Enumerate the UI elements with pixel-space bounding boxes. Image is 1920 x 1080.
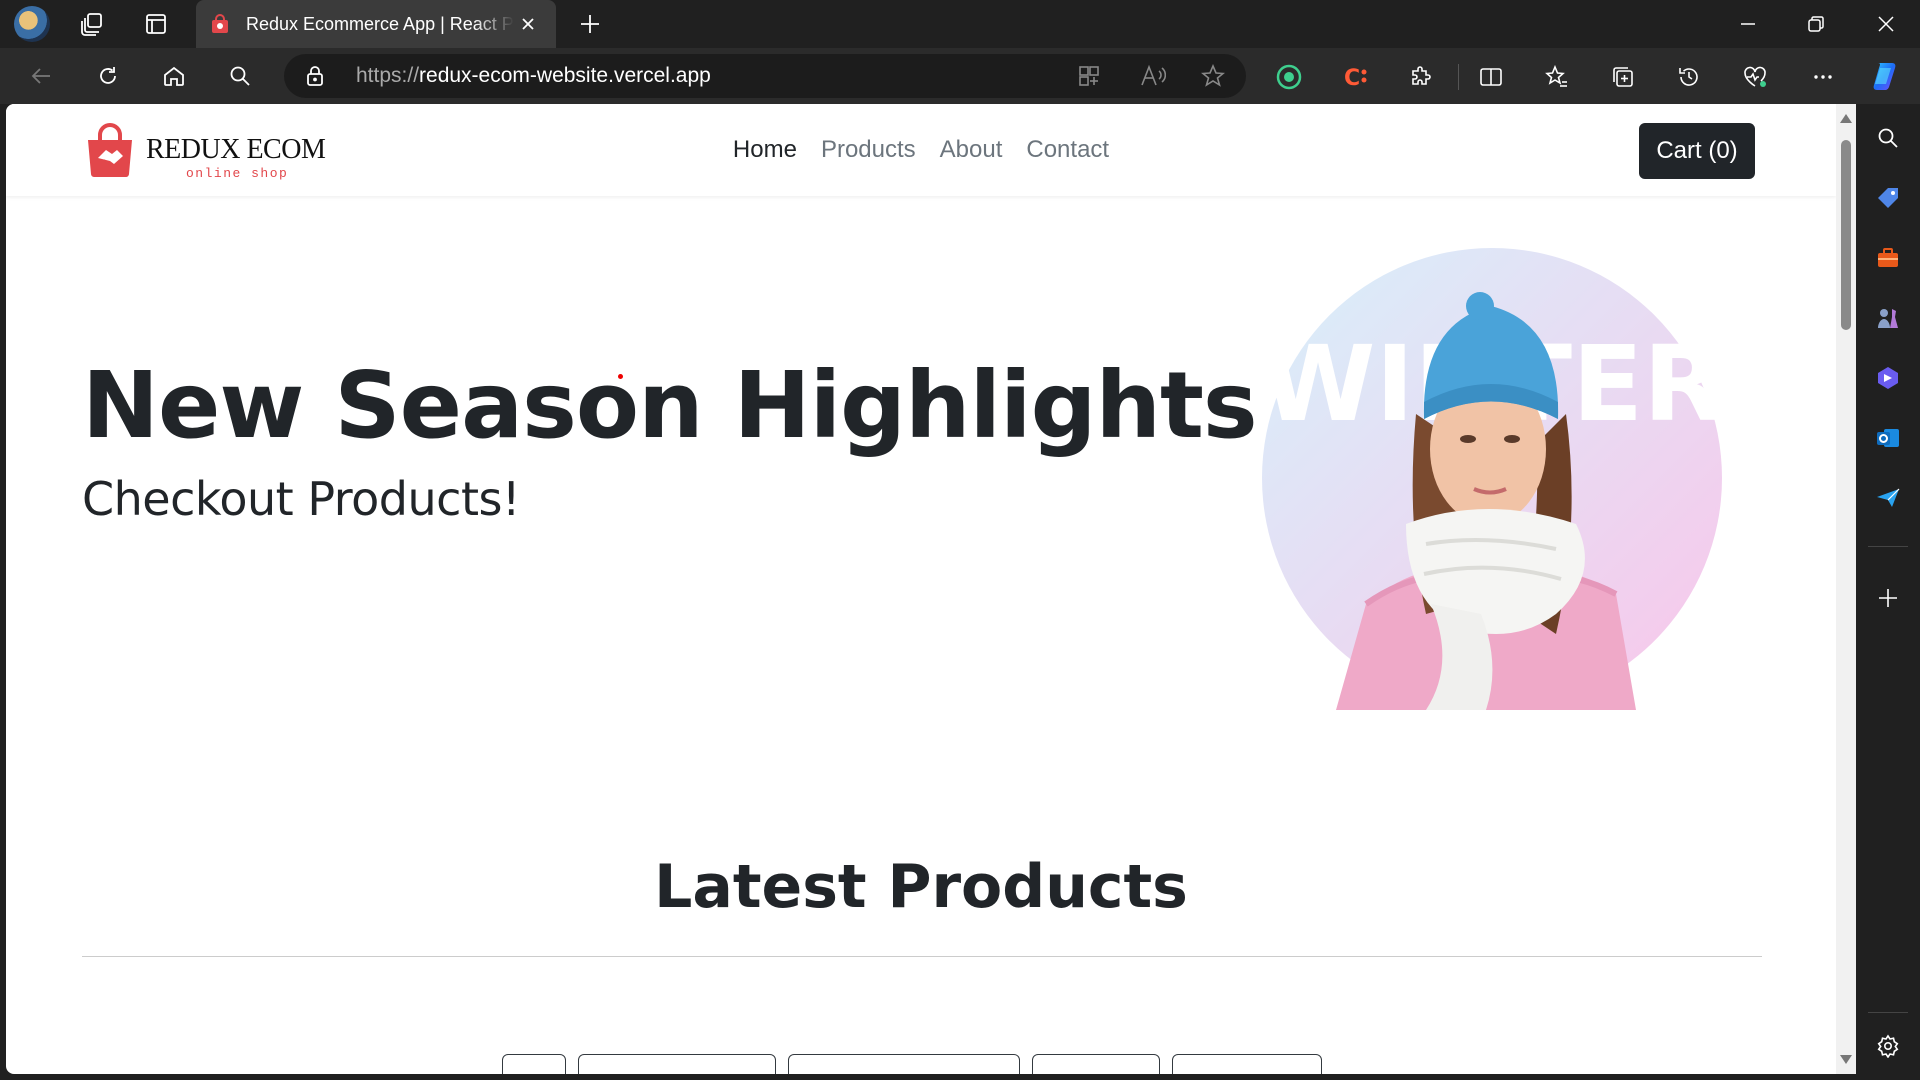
favorite-star-icon[interactable] bbox=[1198, 62, 1228, 90]
performance-icon[interactable] bbox=[1740, 62, 1770, 92]
favorites-icon[interactable] bbox=[1542, 62, 1572, 92]
cursor-dot bbox=[618, 374, 623, 379]
filter-button[interactable] bbox=[1172, 1054, 1322, 1074]
shopping-bag-icon bbox=[210, 14, 230, 34]
filter-button[interactable] bbox=[502, 1054, 566, 1074]
scroll-thumb[interactable] bbox=[1841, 140, 1851, 330]
close-icon[interactable] bbox=[514, 10, 542, 38]
collections-icon[interactable] bbox=[1608, 62, 1638, 92]
search-icon[interactable] bbox=[1872, 122, 1904, 154]
category-filters bbox=[6, 1054, 1836, 1074]
minimize-icon[interactable] bbox=[1714, 0, 1782, 48]
hero-subtitle: Checkout Products! bbox=[82, 472, 520, 526]
refresh-icon[interactable] bbox=[90, 60, 126, 92]
tab-actions-icon[interactable] bbox=[140, 8, 172, 40]
read-aloud-icon[interactable] bbox=[1138, 62, 1168, 90]
search-icon[interactable] bbox=[222, 60, 258, 92]
hero-title: New Season Highlights bbox=[82, 352, 1258, 459]
plus-icon[interactable] bbox=[574, 8, 606, 40]
extension-icon[interactable] bbox=[1274, 62, 1304, 92]
browser-toolbar: https://redux-ecom-website.vercel.app C bbox=[0, 48, 1920, 104]
filter-button[interactable] bbox=[788, 1054, 1020, 1074]
hero-image: WINTER bbox=[1256, 244, 1726, 710]
section-divider bbox=[82, 956, 1762, 957]
url-protocol: https:// bbox=[356, 64, 420, 87]
scroll-down-arrow[interactable] bbox=[1840, 1055, 1852, 1064]
address-bar[interactable]: https://redux-ecom-website.vercel.app bbox=[284, 54, 1246, 98]
outlook-icon[interactable] bbox=[1872, 422, 1904, 454]
latest-products-title: Latest Products bbox=[654, 852, 1188, 922]
more-icon[interactable] bbox=[1808, 62, 1838, 92]
workspaces-icon[interactable] bbox=[76, 8, 108, 40]
split-screen-icon[interactable] bbox=[1476, 62, 1506, 92]
filter-button[interactable] bbox=[578, 1054, 776, 1074]
send-icon[interactable] bbox=[1872, 482, 1904, 514]
url-domain: redux-ecom-website.vercel.app bbox=[419, 64, 711, 87]
history-icon[interactable] bbox=[1674, 62, 1704, 92]
copilot-icon[interactable] bbox=[1872, 362, 1904, 394]
nav-link-about[interactable]: About bbox=[928, 136, 1015, 164]
back-icon[interactable] bbox=[24, 60, 60, 92]
page-scrollbar[interactable] bbox=[1836, 104, 1856, 1074]
extension-icon[interactable]: C bbox=[1340, 62, 1370, 92]
tools-icon[interactable] bbox=[1872, 242, 1904, 274]
profile-avatar[interactable] bbox=[14, 6, 50, 42]
cart-button[interactable]: Cart (0) bbox=[1639, 123, 1755, 179]
tab-active[interactable]: Redux Ecommerce App | React Project bbox=[196, 0, 556, 48]
nav-link-contact[interactable]: Contact bbox=[1014, 136, 1121, 164]
settings-icon[interactable] bbox=[1872, 1030, 1904, 1062]
nav-link-home[interactable]: Home bbox=[721, 136, 809, 164]
puzzle-icon[interactable] bbox=[1406, 62, 1436, 92]
restore-icon[interactable] bbox=[1782, 0, 1850, 48]
games-icon[interactable] bbox=[1872, 302, 1904, 334]
svg-text:C: C bbox=[1344, 66, 1360, 90]
copilot-icon[interactable] bbox=[1868, 58, 1904, 94]
lock-icon[interactable] bbox=[304, 65, 326, 91]
close-window-icon[interactable] bbox=[1852, 0, 1920, 48]
sidebar-separator bbox=[1868, 546, 1908, 547]
home-icon[interactable] bbox=[156, 60, 192, 92]
filter-button[interactable] bbox=[1032, 1054, 1160, 1074]
toolbar-separator bbox=[1458, 64, 1459, 90]
page-viewport: REDUX ECOM online shop Home Products Abo… bbox=[6, 104, 1836, 1074]
tab-title: Redux Ecommerce App | React Project bbox=[246, 13, 514, 34]
app-available-icon[interactable] bbox=[1074, 62, 1104, 90]
add-icon[interactable] bbox=[1872, 582, 1904, 614]
nav-links: Home Products About Contact bbox=[6, 104, 1836, 196]
sidebar-separator bbox=[1868, 1012, 1908, 1013]
site-navbar: REDUX ECOM online shop Home Products Abo… bbox=[6, 104, 1836, 196]
url-text[interactable]: https://redux-ecom-website.vercel.app bbox=[356, 54, 711, 98]
edge-sidebar bbox=[1856, 104, 1920, 1080]
nav-link-products[interactable]: Products bbox=[809, 136, 928, 164]
shopping-tag-icon[interactable] bbox=[1872, 182, 1904, 214]
scroll-up-arrow[interactable] bbox=[1840, 114, 1852, 123]
browser-titlebar: Redux Ecommerce App | React Project bbox=[0, 0, 1920, 48]
